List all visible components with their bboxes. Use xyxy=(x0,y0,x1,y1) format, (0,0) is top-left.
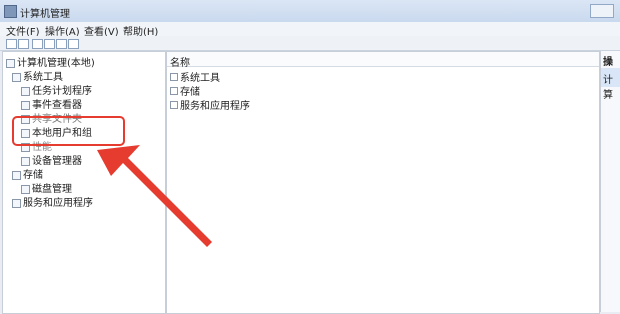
tree-item-root[interactable]: 计算机管理(本地) xyxy=(6,54,95,69)
navigation-tree: 计算机管理(本地) 系统工具 任务计划程序 事件查看器 共享文件夹 本地用户和组… xyxy=(2,51,166,314)
back-icon[interactable] xyxy=(6,39,17,49)
disk-icon xyxy=(21,184,30,194)
services-icon xyxy=(170,101,178,109)
window-control-buttons[interactable] xyxy=(590,4,614,18)
help-icon[interactable] xyxy=(56,39,67,49)
show-hide-tree-icon[interactable] xyxy=(44,39,55,49)
window-title: 计算机管理 xyxy=(20,9,70,20)
storage-icon xyxy=(12,170,21,180)
storage-icon xyxy=(170,87,178,95)
forward-icon[interactable] xyxy=(18,39,29,49)
tree-item-system-tools[interactable]: 系统工具 xyxy=(12,68,63,83)
tree-item-task-scheduler[interactable]: 任务计划程序 xyxy=(21,82,92,97)
tree-item-device-manager[interactable]: 设备管理器 xyxy=(21,152,82,167)
column-header-name[interactable]: 名称 xyxy=(167,52,599,69)
computer-management-icon xyxy=(4,5,17,18)
list-item[interactable]: 系统工具 xyxy=(170,69,220,84)
list-item[interactable]: 服务和应用程序 xyxy=(170,97,250,112)
up-icon[interactable] xyxy=(32,39,43,49)
services-icon xyxy=(12,198,21,208)
list-item[interactable]: 存储 xyxy=(170,83,200,98)
content-pane: 名称 系统工具 存储 服务和应用程序 xyxy=(166,51,600,314)
toolbar xyxy=(0,36,620,51)
tree-item-event-viewer[interactable]: 事件查看器 xyxy=(21,96,82,111)
clock-icon xyxy=(21,86,30,96)
actions-pane: 操作 计算 xyxy=(600,51,620,312)
highlight-box xyxy=(12,116,125,146)
properties-icon[interactable] xyxy=(68,39,79,49)
menu-bar: 文件(F) 操作(A) 查看(V) 帮助(H) xyxy=(0,22,620,38)
device-manager-icon xyxy=(21,156,30,166)
title-bar: 计算机管理 xyxy=(0,0,620,23)
tree-item-storage[interactable]: 存储 xyxy=(12,166,43,181)
computer-icon xyxy=(6,58,15,68)
event-viewer-icon xyxy=(21,100,30,110)
tree-item-disk-management[interactable]: 磁盘管理 xyxy=(21,180,72,195)
tools-icon xyxy=(12,72,21,82)
actions-selected-item[interactable]: 计算 xyxy=(601,68,620,101)
tools-icon xyxy=(170,73,178,81)
tree-item-services[interactable]: 服务和应用程序 xyxy=(12,194,93,209)
